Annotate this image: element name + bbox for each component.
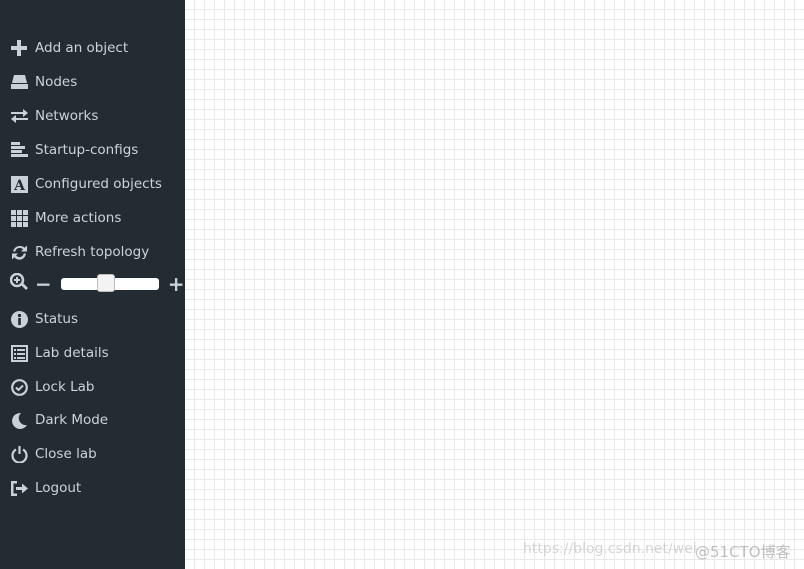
- status-item[interactable]: Status: [10, 307, 78, 331]
- power-icon: [10, 445, 28, 463]
- lab-details-item[interactable]: Lab details: [10, 341, 109, 365]
- logout-icon: [10, 479, 28, 497]
- zoom-slider-thumb[interactable]: [96, 274, 115, 292]
- lock-lab-item[interactable]: Lock Lab: [10, 375, 94, 399]
- label: Startup-configs: [35, 142, 139, 158]
- check-circle-icon: [10, 378, 28, 396]
- zoom-icon: [9, 272, 28, 295]
- info-icon: [10, 310, 28, 328]
- hdd-icon: [10, 73, 28, 91]
- zoom-out-button[interactable]: −: [35, 272, 52, 296]
- plus-icon: [10, 39, 28, 57]
- label: Logout: [35, 480, 82, 496]
- label: Status: [35, 311, 79, 327]
- label: Close lab: [35, 446, 97, 462]
- close-lab-item[interactable]: Close lab: [10, 442, 97, 466]
- label: Dark Mode: [35, 412, 109, 428]
- label: Refresh topology: [35, 244, 150, 260]
- font-icon: A: [10, 175, 28, 193]
- refresh-topology-item[interactable]: Refresh topology: [10, 240, 149, 264]
- label: Configured objects: [35, 176, 162, 192]
- dark-mode-item[interactable]: Dark Mode: [10, 408, 108, 432]
- zoom-slider[interactable]: [60, 274, 159, 292]
- watermark-url: https://blog.csdn.net/wei: [523, 541, 697, 557]
- sidebar: Add an object Nodes Networks Startup-con…: [0, 0, 185, 569]
- label: Lab details: [35, 345, 109, 361]
- logout-item[interactable]: Logout: [10, 476, 81, 500]
- label: Nodes: [35, 74, 78, 90]
- list-icon: [10, 344, 28, 362]
- exchange-icon: [10, 107, 28, 125]
- svg-text:A: A: [13, 178, 26, 193]
- networks-item[interactable]: Networks: [10, 104, 98, 128]
- watermark-brand: @51CTO博客: [695, 543, 791, 561]
- label: More actions: [35, 210, 122, 226]
- more-actions-item[interactable]: More actions: [10, 206, 121, 230]
- grid-icon: [10, 209, 28, 227]
- label: Lock Lab: [35, 379, 95, 395]
- zoom-control: − +: [9, 272, 185, 296]
- align-left-icon: [10, 141, 28, 159]
- configured-objects-item[interactable]: A Configured objects: [10, 172, 162, 196]
- label: Add an object: [35, 40, 129, 56]
- add-object-item[interactable]: Add an object: [10, 36, 128, 60]
- topology-canvas[interactable]: https://blog.csdn.net/wei @51CTO博客: [185, 0, 804, 569]
- refresh-icon: [10, 243, 28, 261]
- moon-icon: [10, 411, 28, 429]
- zoom-in-button[interactable]: +: [168, 272, 185, 296]
- label: Networks: [35, 108, 99, 124]
- startup-configs-item[interactable]: Startup-configs: [10, 138, 138, 162]
- nodes-item[interactable]: Nodes: [10, 70, 77, 94]
